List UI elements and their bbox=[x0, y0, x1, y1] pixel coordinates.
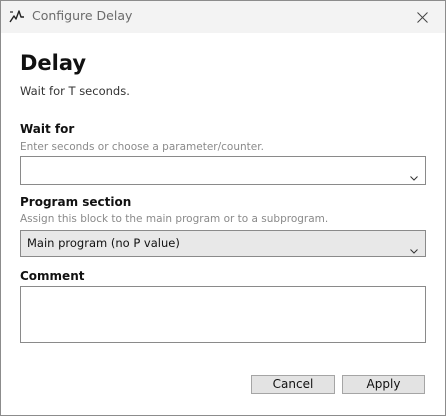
wait-for-combobox[interactable] bbox=[20, 156, 426, 185]
title-bar[interactable]: Configure Delay bbox=[1, 1, 445, 33]
program-section-help: Assign this block to the main program or… bbox=[20, 213, 329, 225]
window-title: Configure Delay bbox=[32, 8, 133, 23]
program-section-combobox[interactable]: Main program (no P value) bbox=[20, 230, 426, 257]
wait-for-label: Wait for bbox=[20, 122, 75, 136]
chevron-down-icon[interactable] bbox=[410, 167, 418, 181]
close-button[interactable] bbox=[399, 1, 445, 33]
comment-label: Comment bbox=[20, 269, 85, 283]
dialog-heading: Delay bbox=[20, 51, 87, 75]
comment-textarea[interactable] bbox=[20, 286, 426, 343]
program-section-value: Main program (no P value) bbox=[27, 236, 180, 250]
apply-button[interactable]: Apply bbox=[342, 375, 425, 394]
wait-for-help: Enter seconds or choose a parameter/coun… bbox=[20, 141, 264, 153]
chevron-down-icon[interactable] bbox=[410, 240, 418, 254]
program-section-label: Program section bbox=[20, 195, 132, 209]
app-logo-icon bbox=[8, 8, 26, 26]
close-icon bbox=[416, 8, 428, 27]
configure-delay-dialog: Configure Delay Delay Wait for T seconds… bbox=[0, 0, 446, 416]
dialog-subheading: Wait for T seconds. bbox=[20, 84, 130, 98]
cancel-button[interactable]: Cancel bbox=[251, 375, 335, 394]
